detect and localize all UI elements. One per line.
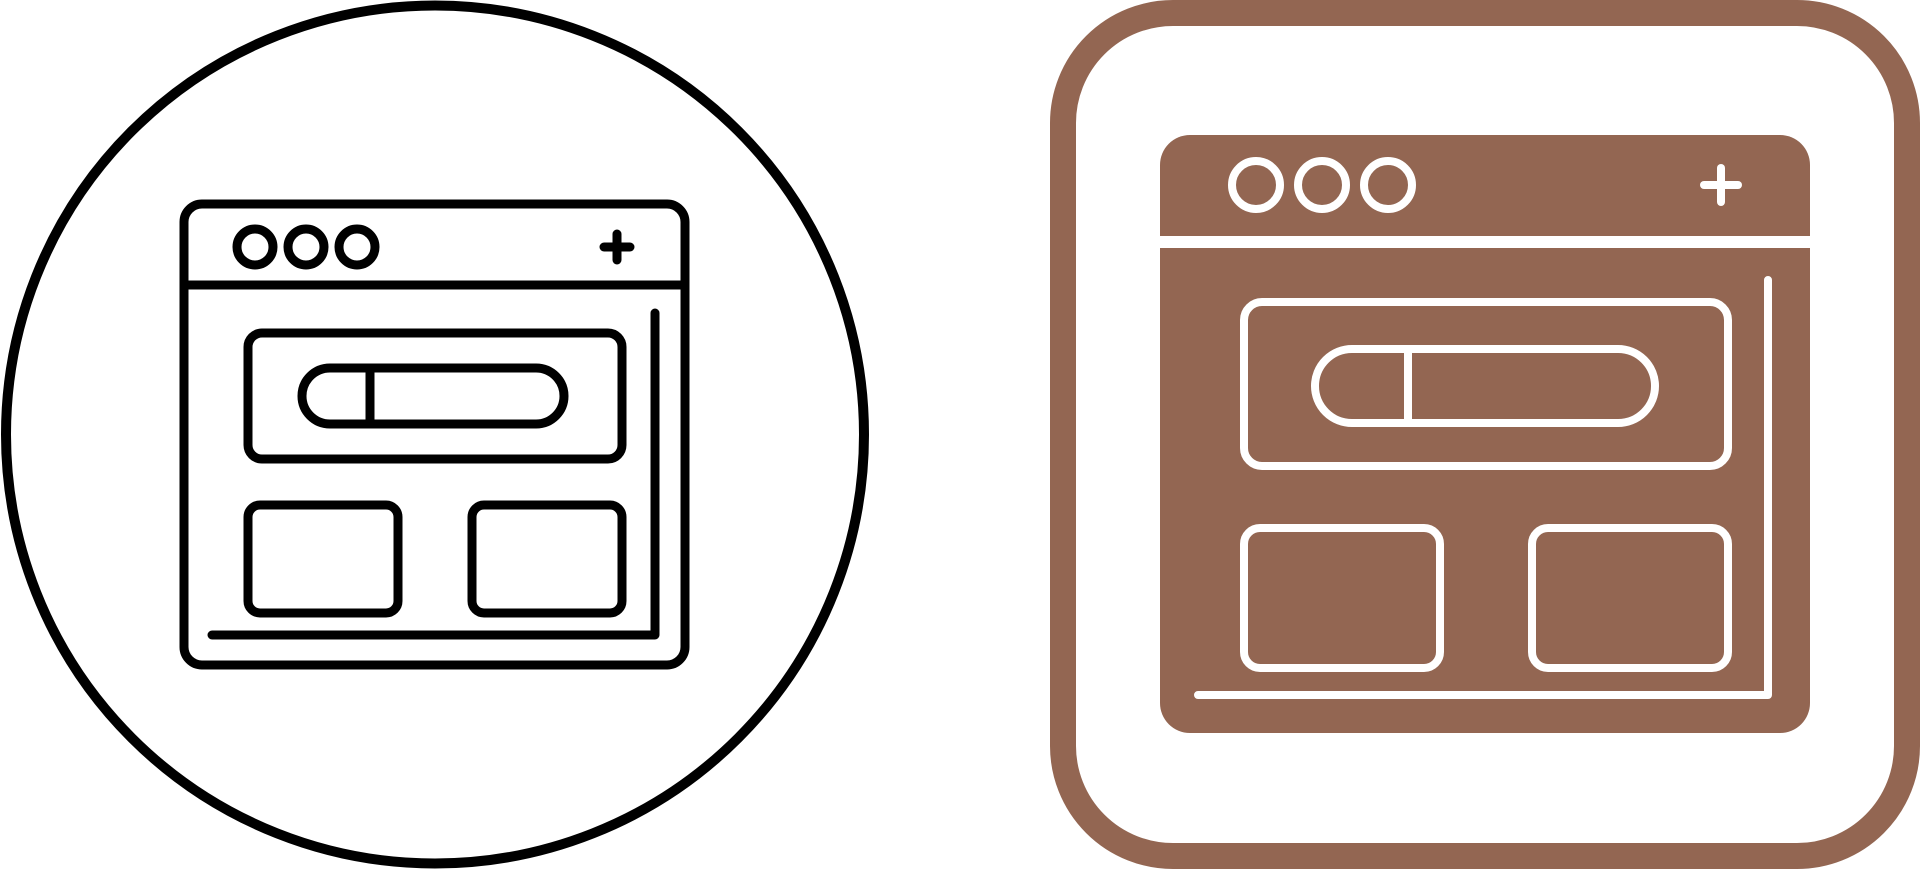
content-card-right — [467, 500, 627, 618]
content-card-left — [243, 500, 403, 618]
window-control-dot-3 — [334, 224, 380, 270]
outline-browser-icon-panel — [0, 0, 870, 869]
scrollbar-lines — [207, 308, 660, 640]
search-bar-shape — [297, 363, 569, 429]
window-frame — [179, 199, 690, 670]
window-body — [1160, 135, 1810, 733]
window-control-dot-1 — [232, 224, 278, 270]
browser-window-icon — [1050, 0, 1920, 869]
plus-icon — [599, 229, 635, 265]
window-control-dot-2 — [283, 224, 329, 270]
browser-window-icon — [1, 0, 869, 869]
circle-frame — [1, 0, 869, 869]
filled-browser-icon-panel — [1050, 0, 1920, 869]
